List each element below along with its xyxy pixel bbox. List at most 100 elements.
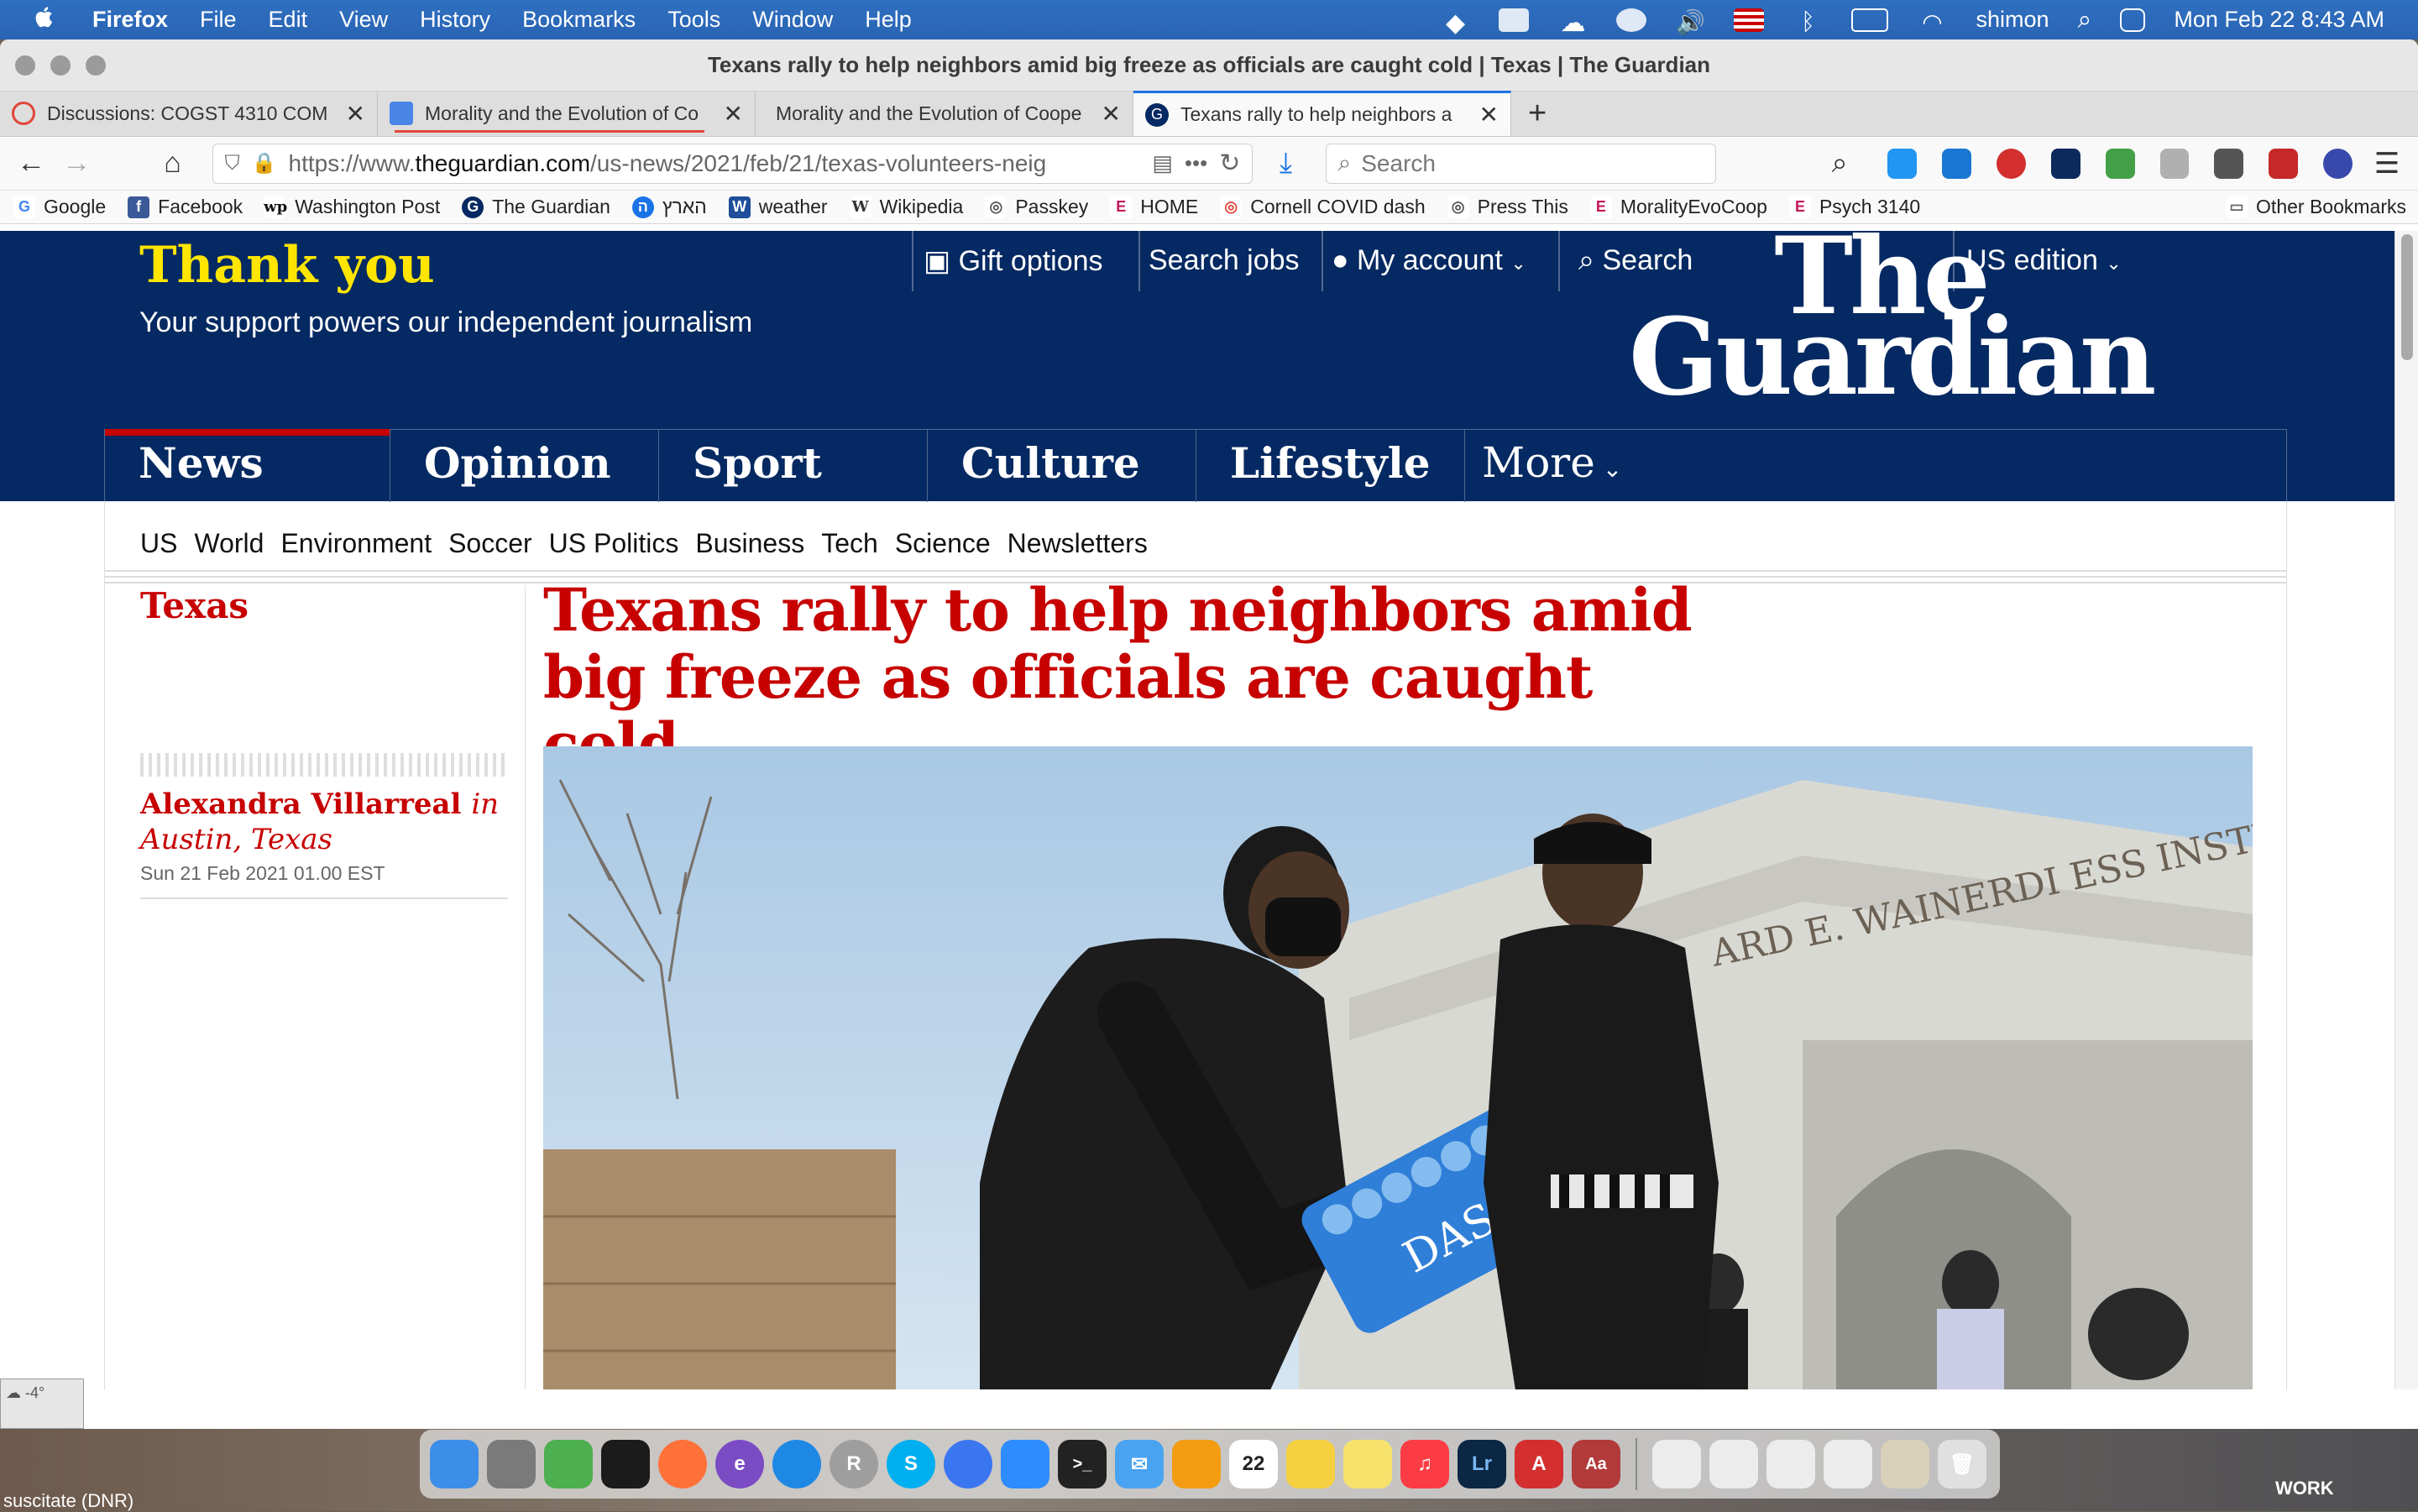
kindle-icon[interactable] bbox=[601, 1440, 650, 1488]
menu-tools[interactable]: Tools bbox=[667, 7, 720, 33]
clock[interactable]: Mon Feb 22 8:43 AM bbox=[2174, 7, 2384, 33]
weather-extension-icon[interactable] bbox=[2159, 148, 2190, 179]
finder-icon[interactable] bbox=[430, 1440, 479, 1488]
downloads-icon[interactable]: ⤓ bbox=[1263, 144, 1308, 184]
scrollbar-thumb[interactable] bbox=[2401, 234, 2413, 360]
grid-extension-icon[interactable] bbox=[2214, 148, 2244, 179]
reader-view-icon[interactable]: ▤ bbox=[1152, 150, 1173, 176]
battery-icon[interactable] bbox=[1851, 8, 1889, 32]
dictionary-icon[interactable]: Aa bbox=[1572, 1440, 1620, 1488]
tab-morality-doc[interactable]: Morality and the Evolution of Co ✕ bbox=[378, 91, 756, 136]
bookmark-facebook[interactable]: f Facebook bbox=[128, 196, 243, 218]
search-input[interactable]: ⌕ Search bbox=[1325, 143, 1717, 184]
bookmark-psych-3140[interactable]: E Psych 3140 bbox=[1788, 196, 1920, 218]
green-extension-icon[interactable] bbox=[2105, 148, 2135, 179]
acrobat-icon[interactable]: A bbox=[1515, 1440, 1563, 1488]
us-flag-icon[interactable] bbox=[1734, 8, 1765, 32]
url-text[interactable]: https://www.theguardian.com/us-news/2021… bbox=[289, 150, 1141, 177]
firefox-icon[interactable] bbox=[658, 1440, 707, 1488]
gift-options-link[interactable]: ▣ Gift options bbox=[924, 244, 1103, 278]
hamburger-menu-icon[interactable]: ☰ bbox=[2364, 144, 2410, 184]
forward-button[interactable]: → bbox=[54, 144, 99, 184]
desktop-folder-label[interactable]: WORK bbox=[2275, 1478, 2334, 1499]
subnav-soccer[interactable]: Soccer bbox=[448, 528, 532, 559]
back-button[interactable]: ← bbox=[8, 144, 54, 184]
menu-window[interactable]: Window bbox=[752, 7, 833, 33]
calendar-icon[interactable]: 22 bbox=[1229, 1440, 1278, 1488]
coffee-icon[interactable] bbox=[1499, 8, 1530, 32]
subnav-tech[interactable]: Tech bbox=[821, 528, 878, 559]
new-tab-button[interactable]: + bbox=[1511, 96, 1563, 132]
bookmark-cornell-covid[interactable]: ◎ Cornell COVID dash bbox=[1220, 196, 1426, 218]
system-preferences-icon[interactable] bbox=[487, 1440, 536, 1488]
bookmark-google[interactable]: G Google bbox=[13, 196, 106, 218]
pillar-news[interactable]: News bbox=[105, 429, 390, 502]
close-tab-icon[interactable]: ✕ bbox=[1102, 100, 1121, 128]
music-icon[interactable]: ♫ bbox=[1400, 1440, 1449, 1488]
find-icon[interactable]: ⌕ bbox=[1817, 144, 1862, 184]
emacs-icon[interactable]: e bbox=[715, 1440, 764, 1488]
grammar-extension-icon[interactable] bbox=[2050, 148, 2080, 179]
zoom-icon[interactable] bbox=[1001, 1440, 1049, 1488]
control-center-icon[interactable] bbox=[2120, 8, 2146, 32]
notes-icon[interactable] bbox=[1286, 1440, 1335, 1488]
r-studio-icon[interactable]: R bbox=[830, 1440, 878, 1488]
pillar-lifestyle[interactable]: Lifestyle bbox=[1196, 430, 1465, 502]
menu-view[interactable]: View bbox=[339, 7, 388, 33]
volume-icon[interactable]: 🔊 bbox=[1675, 8, 1705, 35]
cloud-upload-icon[interactable]: ☁ bbox=[1557, 8, 1588, 37]
menu-app-name[interactable]: Firefox bbox=[92, 7, 168, 33]
weather-widget[interactable]: ☁ -4° bbox=[0, 1379, 84, 1429]
page-scrollbar[interactable] bbox=[2394, 231, 2418, 1389]
menu-help[interactable]: Help bbox=[865, 7, 912, 33]
tab-guardian-active[interactable]: G Texans rally to help neighbors a ✕ bbox=[1133, 91, 1511, 136]
subnav-us-politics[interactable]: US Politics bbox=[549, 528, 679, 559]
subnav-business[interactable]: Business bbox=[695, 528, 804, 559]
bookmark-home[interactable]: E HOME bbox=[1110, 196, 1198, 218]
pillar-culture[interactable]: Culture bbox=[928, 430, 1196, 502]
menu-edit[interactable]: Edit bbox=[269, 7, 308, 33]
guardian-logo[interactable]: The Guardian bbox=[1629, 231, 2156, 410]
pillar-more[interactable]: More ⌄ bbox=[1465, 430, 1717, 502]
signal-icon[interactable] bbox=[944, 1440, 992, 1488]
minimized-window-icon[interactable] bbox=[1652, 1440, 1701, 1488]
url-bar[interactable]: ⛉ 🔒 https://www.theguardian.com/us-news/… bbox=[212, 143, 1253, 184]
bookmark-haaretz[interactable]: ה הארץ bbox=[631, 196, 707, 218]
face-icon[interactable] bbox=[1616, 8, 1647, 32]
search-jobs-link[interactable]: Search jobs bbox=[1149, 244, 1300, 277]
adblock-extension-icon[interactable] bbox=[1996, 148, 2026, 179]
subnav-us[interactable]: US bbox=[140, 528, 177, 559]
lightroom-icon[interactable]: Lr bbox=[1458, 1440, 1506, 1488]
article-main-image[interactable]: ARD E. WAINERDI ESS INSTITUTE DASANI bbox=[543, 746, 2253, 1389]
flag-extension-icon[interactable] bbox=[2269, 148, 2299, 179]
stickies-icon[interactable] bbox=[1343, 1440, 1392, 1488]
subnav-world[interactable]: World bbox=[194, 528, 264, 559]
dropbox-icon[interactable]: ◆ bbox=[1440, 8, 1470, 37]
pillar-opinion[interactable]: Opinion bbox=[390, 430, 659, 502]
profile-extension-icon[interactable] bbox=[2323, 148, 2353, 179]
pillar-sport[interactable]: Sport bbox=[659, 430, 928, 502]
extension-icon[interactable] bbox=[1887, 148, 1918, 179]
maps-app-icon[interactable] bbox=[544, 1440, 593, 1488]
minimized-window-icon[interactable] bbox=[1766, 1440, 1815, 1488]
page-actions-icon[interactable]: ••• bbox=[1185, 150, 1207, 176]
bookmark-moralityevocoop[interactable]: E MoralityEvoCoop bbox=[1589, 196, 1767, 218]
close-tab-icon[interactable]: ✕ bbox=[1479, 101, 1499, 128]
subnav-environment[interactable]: Environment bbox=[280, 528, 432, 559]
minimized-window-icon[interactable] bbox=[1709, 1440, 1758, 1488]
lock-icon[interactable]: 🔒 bbox=[252, 151, 277, 175]
subnav-newsletters[interactable]: Newsletters bbox=[1008, 528, 1148, 559]
close-tab-icon[interactable]: ✕ bbox=[346, 100, 365, 128]
home-button[interactable]: ⌂ bbox=[149, 144, 195, 184]
spotlight-search-icon[interactable]: ⌕ bbox=[2078, 6, 2092, 34]
author-link[interactable]: Alexandra Villarreal bbox=[140, 787, 461, 821]
terminal-icon[interactable]: >_ bbox=[1058, 1440, 1107, 1488]
mail-icon[interactable]: ✉ bbox=[1115, 1440, 1164, 1488]
skype-icon[interactable]: S bbox=[887, 1440, 935, 1488]
bluetooth-icon[interactable]: ᛒ bbox=[1793, 8, 1823, 34]
trash-icon[interactable]: 🗑 bbox=[1938, 1440, 1986, 1488]
wifi-icon[interactable]: ◠ bbox=[1917, 8, 1947, 35]
minimized-window-icon[interactable] bbox=[1881, 1440, 1929, 1488]
bookmark-weather[interactable]: Wweather bbox=[728, 196, 828, 218]
desktop-file-label[interactable]: suscitate (DNR) bbox=[3, 1490, 133, 1512]
